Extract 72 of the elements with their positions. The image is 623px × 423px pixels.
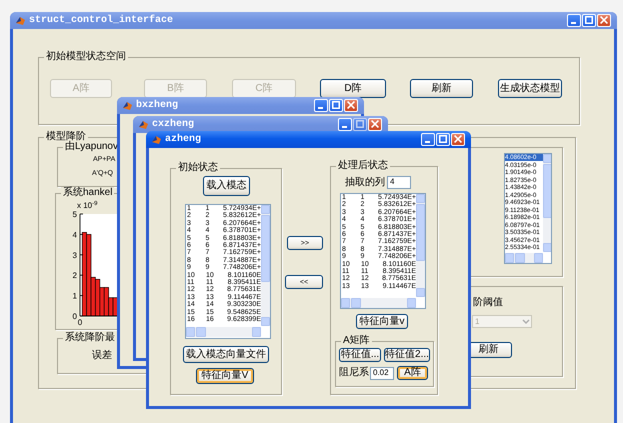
minimize-button[interactable]	[314, 99, 328, 112]
minimize-icon	[342, 126, 347, 128]
maximize-button[interactable]	[582, 14, 596, 27]
panel-title: A矩阵	[341, 335, 372, 347]
tick-label: 1	[72, 292, 77, 301]
minimize-icon	[318, 107, 323, 109]
scrollbar[interactable]	[543, 154, 551, 252]
maximize-button[interactable]	[329, 99, 343, 112]
scrollbar[interactable]	[416, 194, 425, 297]
tick-label: 4	[72, 230, 77, 240]
label-text: 抽取的列	[345, 177, 385, 189]
close-icon	[347, 101, 355, 109]
input-field[interactable]: 0.02	[370, 367, 394, 380]
tick-label: 2	[72, 271, 77, 280]
input-field[interactable]: 4	[387, 176, 411, 189]
close-button[interactable]	[451, 133, 465, 146]
tick-label: 3	[72, 250, 77, 260]
close-button[interactable]	[597, 14, 611, 27]
label-text: 阶阈值	[473, 297, 503, 309]
caret-icon	[522, 318, 530, 325]
panel-title: 由Lyapunov	[63, 141, 120, 153]
maximize-icon	[332, 101, 340, 109]
close-button[interactable]	[368, 118, 382, 131]
panel-title: 初始状态	[176, 162, 220, 174]
panel-title: 模型降阶	[44, 131, 88, 143]
minimize-button[interactable]	[567, 14, 581, 27]
maximize-button[interactable]	[436, 133, 450, 146]
action-button[interactable]: 载入模态向量文件	[183, 346, 269, 363]
maximize-icon	[585, 16, 593, 24]
maximize-icon	[439, 135, 447, 143]
close-icon	[600, 16, 608, 24]
eigenvalue-button[interactable]: 特征值2...	[384, 348, 430, 362]
window-title: cxzheng	[152, 118, 194, 131]
tick-label: 0	[72, 312, 77, 321]
window-title: azheng	[165, 133, 202, 146]
tick-label: 5	[72, 210, 77, 219]
dropdown: 1	[472, 315, 532, 328]
axis-scale-label: x 10$^{-9}$	[77, 201, 98, 211]
maximize-icon	[356, 120, 364, 128]
minimize-button[interactable]	[421, 133, 435, 146]
minimize-icon	[571, 22, 576, 24]
scrollbar[interactable]	[261, 205, 270, 326]
matrix-button[interactable]: 刷新	[410, 79, 473, 98]
scrollbar[interactable]	[341, 298, 416, 308]
minimize-button[interactable]	[338, 118, 352, 131]
app-icon	[138, 119, 149, 130]
matrix-button[interactable]: A阵	[397, 366, 428, 380]
panel-title: 处理后状态	[336, 160, 390, 172]
scrollbar[interactable]	[505, 253, 543, 263]
matrix-button[interactable]: D阵	[320, 79, 386, 98]
close-icon	[371, 120, 379, 128]
eigenvalue-button[interactable]: 特征值...	[339, 348, 381, 362]
window-title: struct_control_interface	[29, 14, 174, 27]
window-title: bxzheng	[136, 99, 178, 112]
close-button[interactable]	[344, 99, 358, 112]
label-text: 误差	[92, 350, 112, 362]
panel-title: 系统hankel	[61, 187, 114, 199]
eigenvector-button[interactable]: 特征向量v	[356, 314, 408, 329]
matrix-button[interactable]: 生成状态模型	[498, 79, 562, 98]
app-icon	[15, 15, 26, 26]
panel-title: 系统降阶最	[63, 332, 117, 344]
close-icon	[454, 135, 462, 143]
action-button[interactable]: 特征向量V	[196, 368, 254, 384]
scrollbar[interactable]	[186, 327, 261, 337]
tick-label: 0	[78, 318, 82, 327]
label-text: 阻尼系	[339, 367, 369, 379]
minimize-icon	[425, 141, 430, 143]
list-box[interactable]	[185, 204, 271, 339]
app-icon	[122, 100, 133, 111]
app-icon	[151, 134, 162, 145]
panel-title: 初始模型状态空间	[44, 51, 128, 63]
load-button[interactable]: 载入模态	[203, 176, 250, 196]
